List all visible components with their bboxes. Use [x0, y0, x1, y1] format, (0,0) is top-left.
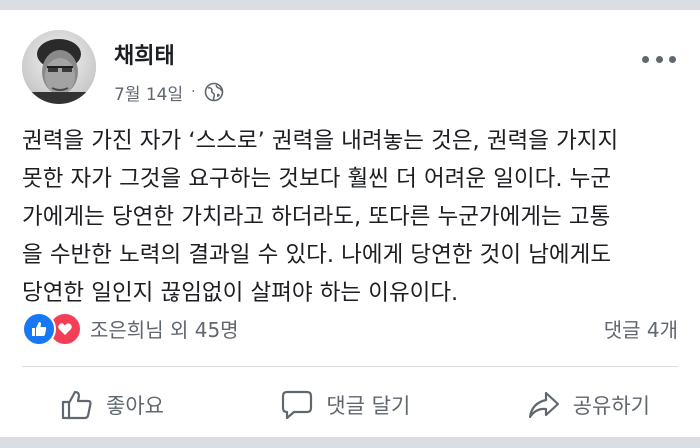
like-button[interactable]: 좋아요	[22, 389, 164, 421]
share-label: 공유하기	[572, 394, 650, 418]
comment-label: 댓글 달기	[326, 394, 411, 418]
comment-bubble-icon	[282, 390, 313, 420]
globe-icon[interactable]	[204, 82, 224, 102]
post-body: 권력을 가진 자가 ‘스스로’ 권력을 내려놓는 것은, 권력을 가지지 못한 …	[22, 122, 682, 312]
comment-count[interactable]: 댓글 4개	[604, 314, 678, 343]
share-button[interactable]: 공유하기	[527, 389, 678, 421]
post-text-line: 당연한 일인지 끊임없이 살펴야 하는 이유이다.	[22, 280, 459, 306]
divider	[22, 366, 678, 367]
more-dot-icon	[642, 55, 649, 63]
like-reaction-icon	[22, 312, 56, 346]
more-options-button[interactable]	[642, 52, 676, 66]
post-date[interactable]: 7월 14일	[114, 80, 183, 105]
post-card: 채희태 7월 14일 · 권력을 가진 자가 ‘스스로’ 권력을 내려놓는 것은…	[0, 10, 700, 437]
post-text-line: 권력을 가진 자가 ‘스스로’ 권력을 내려놓는 것은, 권력을 가지지	[22, 128, 619, 154]
reaction-icons[interactable]	[22, 312, 84, 346]
post-header: 채희태 7월 14일 ·	[22, 30, 678, 110]
avatar[interactable]	[22, 30, 96, 104]
comment-button[interactable]: 댓글 달기	[280, 389, 410, 421]
meta-separator: ·	[191, 84, 196, 100]
reactions-bar: 조은희님 외 45명 댓글 4개	[22, 312, 678, 348]
post-actions: 좋아요 댓글 달기 공유하기	[22, 382, 678, 428]
avatar-photo	[22, 30, 96, 104]
feed-bottom-gap	[0, 437, 700, 448]
share-arrow-icon	[528, 391, 559, 419]
reaction-summary[interactable]: 조은희님 외 45명	[90, 314, 239, 343]
post-text-line: 가에게는 당연한 가치라고 하더라도, 또다른 누군가에게는 고통	[22, 204, 611, 230]
post-text-line: 을 수반한 노력의 결과일 수 있다. 나에게 당연한 것이 남에게도	[22, 242, 612, 268]
more-dot-icon	[669, 55, 676, 63]
like-label: 좋아요	[106, 394, 164, 418]
feed-top-gap	[0, 0, 700, 10]
author-name[interactable]: 채희태	[114, 38, 175, 70]
thumbs-up-icon	[61, 390, 92, 420]
post-meta: 7월 14일 ·	[114, 80, 224, 105]
more-dot-icon	[655, 55, 663, 63]
post-text-line: 못한 자가 그것을 요구하는 것보다 훨씬 더 어려운 일이다. 누군	[22, 166, 612, 192]
